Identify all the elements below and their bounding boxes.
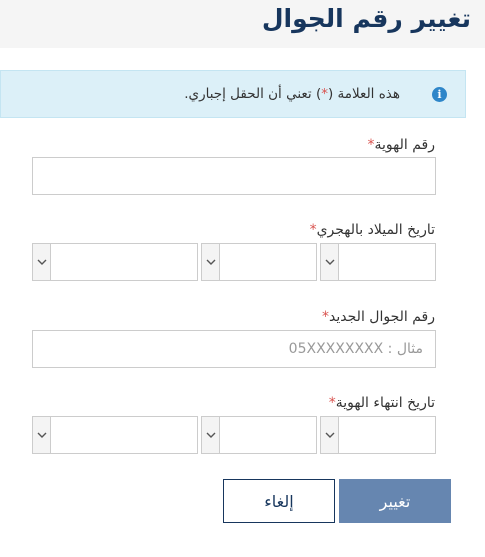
birth-date-label-text: تاريخ الميلاد بالهجري <box>316 222 435 238</box>
page-title: تغيير رقم الجوال <box>261 4 471 33</box>
expiry-year-select[interactable] <box>32 416 198 454</box>
chevron-down-icon <box>202 244 220 280</box>
chevron-down-icon <box>202 417 220 453</box>
page-header: تغيير رقم الجوال <box>0 0 485 48</box>
chevron-down-icon <box>33 417 51 453</box>
required-mark: * <box>328 395 336 411</box>
id-number-input[interactable] <box>32 157 436 195</box>
id-number-label: رقم الهوية* <box>364 137 435 153</box>
required-fields-notice: i هذه العلامة (*) تعني أن الحقل إجباري. <box>0 70 466 118</box>
id-number-label-text: رقم الهوية <box>374 137 435 153</box>
chevron-down-icon <box>33 244 51 280</box>
expiry-month-select[interactable] <box>201 416 317 454</box>
birth-month-select[interactable] <box>201 243 317 281</box>
id-expiry-label: تاريخ انتهاء الهوية* <box>325 395 435 411</box>
notice-prefix: هذه العلامة ( <box>327 86 400 102</box>
new-mobile-label: رقم الجوال الجديد* <box>318 309 435 325</box>
new-mobile-label-text: رقم الجوال الجديد <box>329 309 435 325</box>
notice-suffix: ) تعني أن الحقل إجباري. <box>184 86 322 102</box>
birth-date-label: تاريخ الميلاد بالهجري* <box>306 222 435 238</box>
required-mark: * <box>322 309 330 325</box>
info-icon: i <box>432 87 447 102</box>
required-mark: * <box>367 137 375 153</box>
cancel-button[interactable]: إلغاء <box>223 479 335 523</box>
submit-button[interactable]: تغيير <box>339 479 451 523</box>
expiry-day-select[interactable] <box>320 416 436 454</box>
change-mobile-page: تغيير رقم الجوال i هذه العلامة (*) تعني … <box>0 0 485 557</box>
required-mark: * <box>309 222 317 238</box>
birth-day-select[interactable] <box>320 243 436 281</box>
id-expiry-label-text: تاريخ انتهاء الهوية <box>335 395 435 411</box>
notice-text: هذه العلامة (*) تعني أن الحقل إجباري. <box>184 86 400 102</box>
chevron-down-icon <box>321 244 339 280</box>
chevron-down-icon <box>321 417 339 453</box>
notice-required-mark: * <box>321 86 328 102</box>
new-mobile-input[interactable] <box>32 330 436 368</box>
birth-year-select[interactable] <box>32 243 198 281</box>
